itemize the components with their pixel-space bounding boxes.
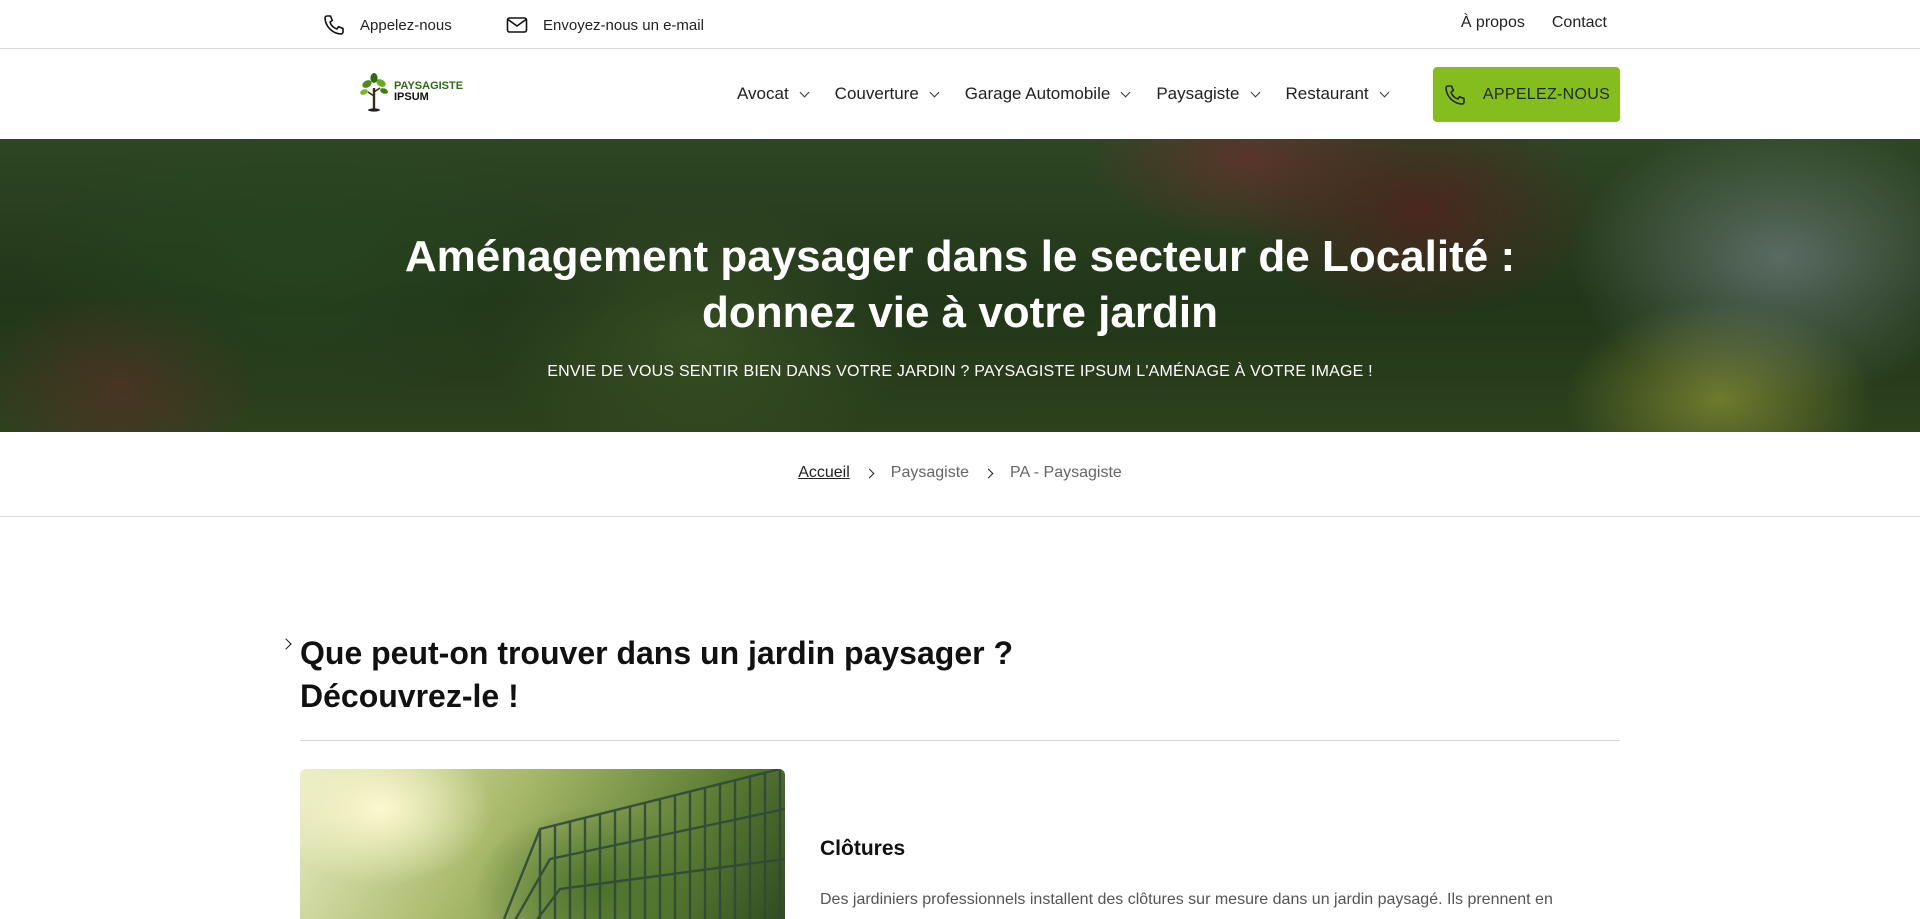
feature-description: Des jardiniers professionnels installent… [820,891,1553,908]
top-bar: Appelez-nous Envoyez-nous un e-mail À pr… [0,0,1920,49]
chevron-down-icon [1379,87,1390,97]
phone-icon [1445,84,1465,105]
chevron-down-icon [1120,87,1131,97]
breadcrumb-item: Paysagiste [890,464,970,481]
site-logo[interactable]: PAYSAGISTE IPSUM [358,72,463,112]
email-link[interactable]: Envoyez-nous un e-mail [505,13,704,37]
hero-title: Aménagement paysager dans le secteur de … [404,232,1516,337]
chevron-right-icon [864,468,875,478]
main-header: PAYSAGISTE IPSUM Avocat Couverture Garag… [0,49,1920,139]
phone-icon [324,15,344,35]
call-link-label: Appelez-nous [360,16,452,34]
breadcrumb: Accueil Paysagiste PA - Paysagiste [0,464,1920,482]
nav-item-label: Paysagiste [1156,84,1240,103]
mail-icon [506,17,528,33]
chevron-down-icon [1250,87,1260,97]
hero-content: Aménagement paysager dans le secteur de … [0,139,1920,432]
call-us-button[interactable]: APPELEZ-NOUS [1433,67,1620,122]
feature-title: Clôtures [820,837,906,860]
nav-item-label: Garage Automobile [964,84,1111,103]
hero-banner: Aménagement paysager dans le secteur de … [0,139,1920,432]
chevron-right-icon [983,468,994,478]
tree-logo-icon [360,73,388,112]
nav-item-label: Restaurant [1285,84,1369,103]
chevron-down-icon [799,87,810,97]
breadcrumb-bar: Accueil Paysagiste PA - Paysagiste [0,432,1920,517]
about-link[interactable]: À propos [1461,14,1525,32]
nav-item-paysagiste[interactable]: Paysagiste [1156,84,1260,104]
call-link[interactable]: Appelez-nous [322,13,452,37]
logo-text: PAYSAGISTE IPSUM [394,81,463,103]
nav-item-couverture[interactable]: Couverture [834,84,940,104]
feature-text: Clôtures Des jardiniers professionnels i… [820,837,1620,913]
logo-line-2: IPSUM [394,91,429,103]
chevron-down-icon [929,87,940,97]
chevron-right-icon [280,638,292,650]
section-title: Que peut-on trouver dans un jardin paysa… [300,635,1013,714]
top-links: À propos Contact [1461,14,1607,32]
nav-item-avocat[interactable]: Avocat [737,84,810,104]
nav-item-garage-automobile[interactable]: Garage Automobile [964,84,1131,104]
fence-illustration [502,769,785,919]
breadcrumb-home[interactable]: Accueil [798,464,850,482]
contact-link[interactable]: Contact [1552,14,1607,32]
main-nav: Avocat Couverture Garage Automobile Pays… [737,84,1415,104]
nav-item-restaurant[interactable]: Restaurant [1285,84,1390,104]
fence-image [300,769,785,919]
email-link-label: Envoyez-nous un e-mail [543,16,704,34]
section-divider [300,740,1620,741]
breadcrumb-current: PA - Paysagiste [1010,464,1122,481]
nav-item-label: Avocat [737,84,789,103]
call-us-button-label: APPELEZ-NOUS [1482,85,1611,103]
nav-item-label: Couverture [834,84,919,103]
hero-subtitle: ENVIE DE VOUS SENTIR BIEN DANS VOTRE JAR… [547,363,1373,380]
